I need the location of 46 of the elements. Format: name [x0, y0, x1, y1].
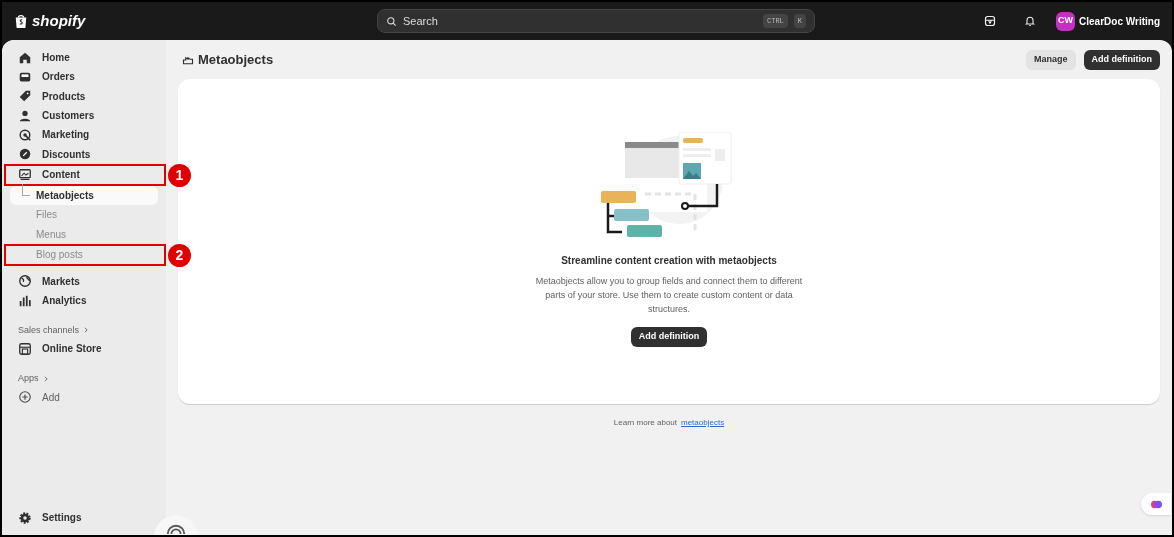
nav-item[interactable]: Home: [10, 48, 158, 68]
avatar[interactable]: CW: [1056, 11, 1076, 31]
learn-more-text: Learn more about: [613, 417, 677, 429]
search-input[interactable]: Search: [403, 12, 757, 30]
search-icon: [386, 15, 397, 27]
tag-icon: [18, 89, 32, 104]
nav-item[interactable]: Customers: [10, 105, 158, 126]
metaobjects-link[interactable]: metaobjects: [681, 417, 725, 429]
add-definition-button[interactable]: Add definition: [1083, 49, 1160, 70]
nav-item[interactable]: Orders: [10, 67, 158, 87]
assistant-button[interactable]: [1141, 493, 1171, 515]
bar-chart-icon: [18, 293, 32, 308]
nav-item[interactable]: Marketing: [10, 125, 158, 145]
manage-button[interactable]: Manage: [1026, 49, 1076, 70]
nav-item[interactable]: Products: [10, 86, 158, 106]
bell-icon[interactable]: [1024, 15, 1037, 27]
shopping-bag-icon: [14, 13, 28, 29]
nav-item[interactable]: Online Store: [10, 339, 158, 359]
tree-connector-icon: [22, 183, 30, 196]
store-icon[interactable]: [984, 15, 997, 27]
nav-item[interactable]: Content: [10, 165, 164, 185]
nav-item[interactable]: Analytics: [10, 290, 158, 311]
person-icon: [18, 108, 32, 123]
nav-subitem[interactable]: Metaobjects: [10, 185, 158, 206]
nav-item[interactable]: Markets: [10, 271, 158, 291]
nav-item[interactable]: Discounts: [10, 144, 158, 164]
store-name[interactable]: ClearDoc Writing: [1079, 13, 1160, 29]
empty-state-heading: Streamline content creation with metaobjects: [561, 254, 777, 268]
brain-icon: [1150, 498, 1162, 510]
image-frame-icon: [18, 167, 32, 182]
add-definition-button[interactable]: Add definition: [630, 327, 708, 347]
target-icon: [18, 127, 32, 142]
storefront-icon: [18, 341, 32, 356]
house-icon: [18, 50, 32, 65]
nav-item[interactable]: Add: [10, 387, 158, 407]
plus-circle-icon: [18, 390, 32, 405]
empty-state-description: Metaobjects allow you to group fields and connect them to different parts of your store. Use them to create custom content or data structures.: [534, 275, 804, 316]
settings-icon: [18, 510, 32, 525]
chevron-right-icon: [83, 327, 90, 334]
logo-wordmark: shopify: [32, 10, 86, 31]
page-title: Metaobjects: [198, 50, 274, 69]
section-heading[interactable]: Apps: [10, 371, 158, 386]
chevron-right-icon: [42, 375, 49, 382]
section-heading[interactable]: Sales channels: [10, 323, 158, 338]
arcs-icon: [165, 523, 187, 534]
nav-item[interactable]: Settings: [10, 508, 158, 527]
